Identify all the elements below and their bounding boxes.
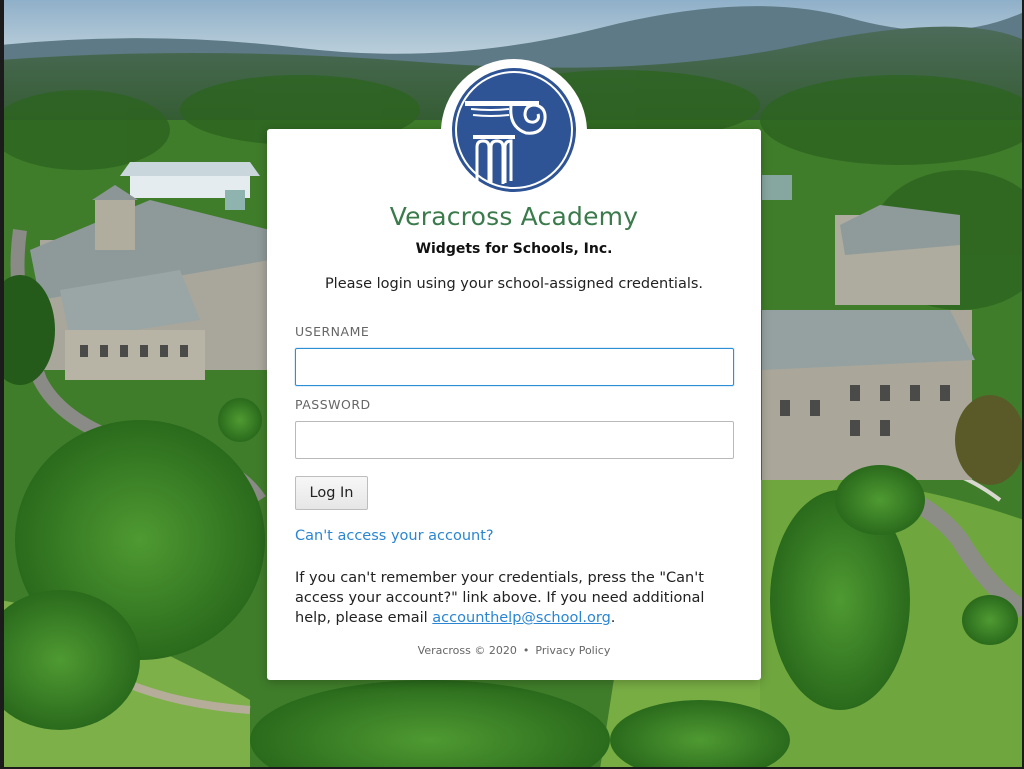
footer: Veracross © 2020 • Privacy Policy [267,644,761,657]
cant-access-account-link[interactable]: Can't access your account? [295,528,494,544]
school-name: Veracross Academy [389,202,639,231]
help-text-end: . [610,610,616,626]
privacy-policy-link[interactable]: Privacy Policy [535,644,610,657]
login-instruction: Please login using your school-assigned … [324,276,704,292]
login-button[interactable]: Log In [295,476,368,510]
password-input[interactable] [295,421,734,459]
footer-separator: • [522,644,530,657]
help-text: If you can't remember your credentials, … [295,568,735,628]
school-logo [441,59,587,205]
username-label: USERNAME [295,324,370,339]
organization-name: Widgets for Schools, Inc. [415,241,613,257]
login-card: Veracross Academy Widgets for Schools, I… [267,129,761,680]
copyright-text: Veracross © 2020 [417,644,517,657]
password-label: PASSWORD [295,397,371,412]
help-email-link[interactable]: accounthelp@school.org [432,610,611,626]
ionic-column-icon [452,68,576,192]
username-input[interactable] [295,348,734,386]
